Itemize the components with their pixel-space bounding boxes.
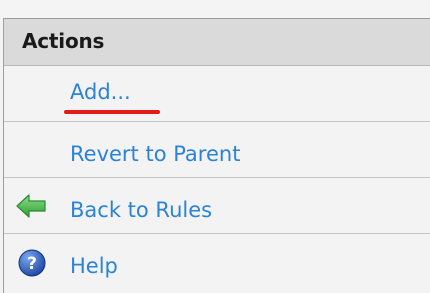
action-revert-to-parent[interactable]: Revert to Parent xyxy=(4,122,430,178)
top-strip xyxy=(0,0,430,18)
action-help[interactable]: ? Help xyxy=(4,234,430,290)
svg-text:?: ? xyxy=(27,254,37,274)
back-arrow-icon xyxy=(15,191,47,221)
action-help-label[interactable]: Help xyxy=(70,254,118,278)
actions-panel: Actions Add... Revert to Parent Back to … xyxy=(0,0,430,293)
action-add-label[interactable]: Add... xyxy=(70,80,131,104)
actions-title: Actions xyxy=(22,29,105,53)
action-revert-label[interactable]: Revert to Parent xyxy=(70,142,240,166)
action-back-to-rules[interactable]: Back to Rules xyxy=(4,178,430,234)
action-add[interactable]: Add... xyxy=(4,66,430,122)
action-back-label[interactable]: Back to Rules xyxy=(70,198,212,222)
highlight-underline xyxy=(64,110,160,114)
actions-header: Actions xyxy=(4,18,430,66)
help-icon: ? xyxy=(17,248,49,278)
